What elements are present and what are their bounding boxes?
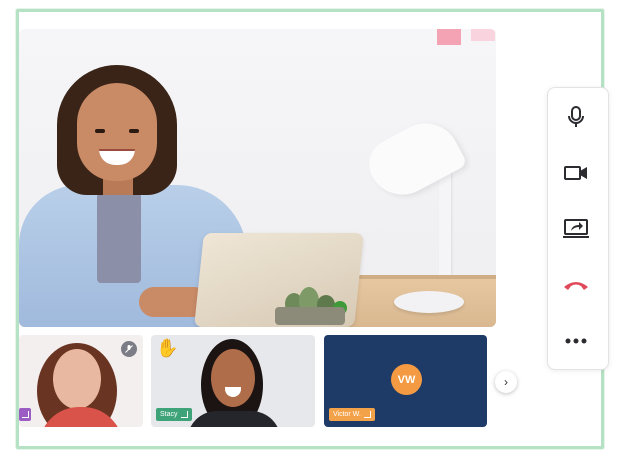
signal-strength-icon (21, 411, 29, 418)
signal-strength-icon (180, 411, 188, 418)
hang-up-icon (564, 282, 588, 290)
more-options-button[interactable] (548, 321, 604, 361)
participant-name-tag (19, 408, 31, 421)
more-options-icon (565, 338, 587, 344)
main-speaker-video[interactable] (19, 29, 496, 327)
plant (265, 281, 355, 327)
participant-name: Victor W. (333, 411, 361, 418)
microphone-button[interactable] (548, 97, 604, 137)
participant-tile[interactable]: VW Victor W. (324, 335, 487, 427)
microphone-icon (568, 106, 584, 127)
hang-up-button[interactable] (548, 265, 604, 305)
share-screen-icon (563, 219, 589, 238)
participant-tile[interactable] (19, 335, 143, 427)
participant-avatar: VW (391, 364, 422, 395)
sticky-note (471, 29, 495, 41)
meeting-window: ✋ Stacy VW Victor W. › (16, 9, 604, 449)
desk-lamp-base (394, 291, 464, 313)
share-screen-button[interactable] (548, 209, 604, 249)
participant-tile[interactable]: ✋ Stacy (151, 335, 315, 427)
next-participants-button[interactable]: › (495, 371, 517, 393)
meeting-controls (547, 87, 609, 370)
sticky-note (437, 29, 461, 45)
chevron-right-icon: › (504, 375, 508, 389)
raised-hand-icon: ✋ (156, 338, 179, 358)
video-camera-icon (564, 166, 587, 180)
signal-strength-icon (363, 411, 371, 418)
participant-name-tag: Stacy (156, 408, 192, 421)
muted-mic-icon (121, 341, 137, 357)
camera-button[interactable] (548, 153, 604, 193)
participant-name-tag: Victor W. (329, 408, 375, 421)
participant-name: Stacy (160, 411, 178, 418)
